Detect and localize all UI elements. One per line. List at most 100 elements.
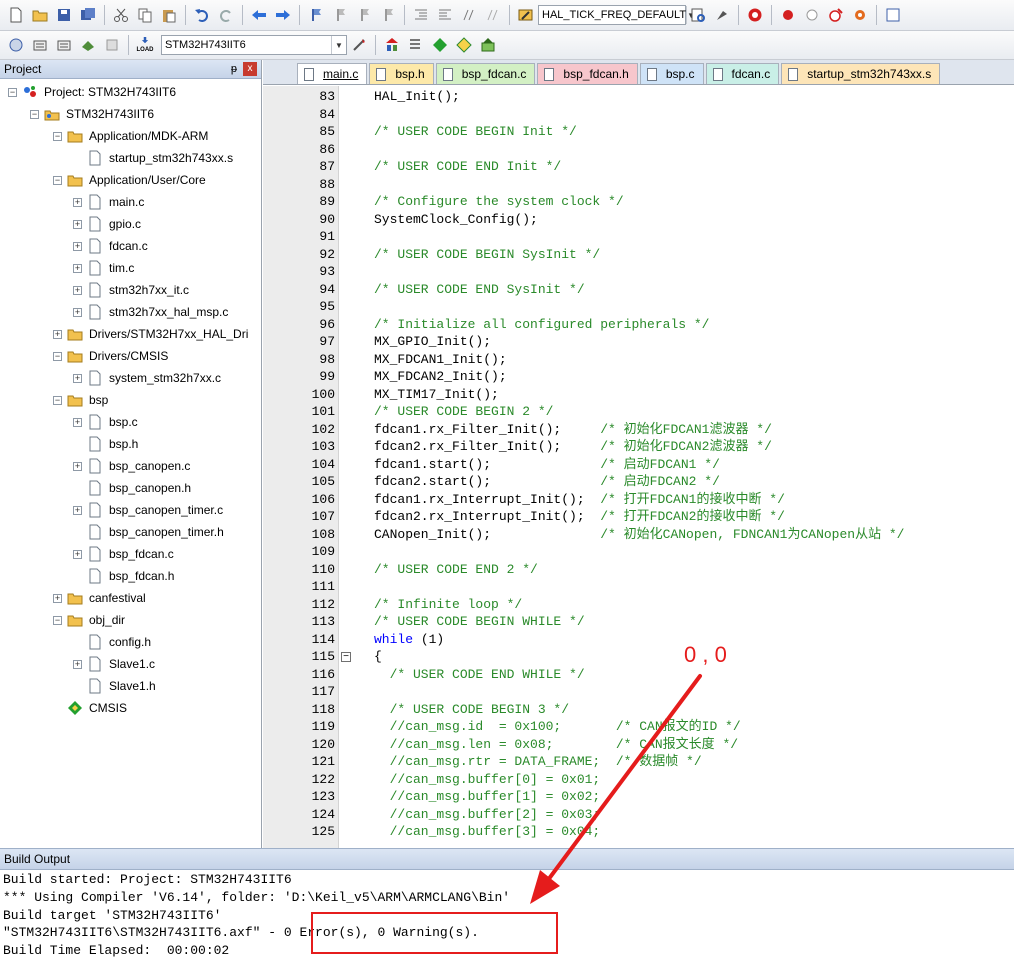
expand-icon[interactable]: + [73, 307, 82, 317]
expand-icon[interactable]: + [73, 659, 82, 669]
breakpoint-icon[interactable] [777, 4, 799, 26]
clear-bookmarks-icon[interactable] [377, 4, 399, 26]
kill-breakpoints-icon[interactable] [825, 4, 847, 26]
nav-forward-icon[interactable] [272, 4, 294, 26]
incremental-find-icon[interactable] [687, 4, 709, 26]
tree-item[interactable]: startup_stm32h743xx.s [73, 147, 233, 169]
uncomment-icon[interactable] [482, 4, 504, 26]
indent-icon[interactable] [410, 4, 432, 26]
prev-bookmark-icon[interactable] [329, 4, 351, 26]
software-packs-icon[interactable] [477, 34, 499, 56]
tree-item[interactable]: − obj_dir [53, 609, 125, 631]
manage-components-icon[interactable] [381, 34, 403, 56]
pin-icon[interactable]: ᵽ [231, 63, 237, 75]
rebuild-icon[interactable] [53, 34, 75, 56]
expand-icon[interactable]: + [53, 593, 62, 603]
chevron-down-icon[interactable]: ▼ [331, 36, 346, 54]
undo-icon[interactable] [191, 4, 213, 26]
tree-item[interactable]: + bsp_canopen_timer.c [73, 499, 223, 521]
tree-item[interactable]: + Slave1.c [73, 653, 155, 675]
collapse-icon[interactable]: − [53, 395, 62, 405]
copy-icon[interactable] [134, 4, 156, 26]
save-icon[interactable] [53, 4, 75, 26]
tree-item[interactable]: − Drivers/CMSIS [53, 345, 168, 367]
tree-item[interactable]: + gpio.c [73, 213, 141, 235]
tree-item[interactable]: + Drivers/STM32H7xx_HAL_Dri [53, 323, 248, 345]
redo-icon[interactable] [215, 4, 237, 26]
cut-icon[interactable] [110, 4, 132, 26]
tree-item[interactable]: + bsp_canopen.c [73, 455, 190, 477]
tree-item[interactable]: − Project: STM32H743IIT6 [8, 81, 176, 103]
expand-icon[interactable]: + [73, 219, 82, 229]
tree-item[interactable]: + main.c [73, 191, 144, 213]
editor-tab[interactable]: bsp.c [639, 63, 704, 84]
tree-item[interactable]: − Application/MDK-ARM [53, 125, 208, 147]
expand-icon[interactable]: + [73, 285, 82, 295]
collapse-icon[interactable]: − [53, 351, 62, 361]
tree-item[interactable]: + tim.c [73, 257, 134, 279]
expand-icon[interactable]: + [73, 241, 82, 251]
tree-item[interactable]: bsp_fdcan.h [73, 565, 174, 587]
tree-item[interactable]: bsp_canopen.h [73, 477, 191, 499]
tree-item[interactable]: + stm32h7xx_it.c [73, 279, 189, 301]
tree-item[interactable]: bsp_canopen_timer.h [73, 521, 224, 543]
find-combo[interactable]: HAL_TICK_FREQ_DEFAULT ▼ [538, 5, 695, 25]
new-file-icon[interactable] [5, 4, 27, 26]
tree-item[interactable]: config.h [73, 631, 151, 653]
tree-item[interactable]: bsp.h [73, 433, 138, 455]
editor-tab[interactable]: bsp.h [369, 63, 434, 84]
expand-icon[interactable]: + [73, 549, 82, 559]
bookmark-icon[interactable] [305, 4, 327, 26]
batch-build-icon[interactable] [77, 34, 99, 56]
comment-icon[interactable] [458, 4, 480, 26]
paste-icon[interactable] [158, 4, 180, 26]
tree-item[interactable]: CMSIS [53, 697, 127, 719]
collapse-icon[interactable]: − [53, 175, 62, 185]
expand-icon[interactable]: + [53, 329, 62, 339]
editor-tab[interactable]: startup_stm32h743xx.s [781, 63, 941, 84]
tree-item[interactable]: + fdcan.c [73, 235, 148, 257]
build-icon[interactable] [29, 34, 51, 56]
editor-tab[interactable]: bsp_fdcan.c [435, 63, 536, 84]
expand-icon[interactable]: + [73, 197, 82, 207]
disable-breakpoint-icon[interactable] [801, 4, 823, 26]
target-select[interactable]: STM32H743IIT6 ▼ [161, 35, 347, 55]
tree-item[interactable]: − Application/User/Core [53, 169, 206, 191]
tree-item[interactable]: + stm32h7xx_hal_msp.c [73, 301, 228, 323]
expand-icon[interactable]: + [73, 417, 82, 427]
download-load-icon[interactable]: LOAD [134, 34, 156, 56]
translate-icon[interactable] [5, 34, 27, 56]
target-options-icon[interactable] [348, 34, 370, 56]
tree-item[interactable]: + bsp_fdcan.c [73, 543, 174, 565]
editor-tab[interactable]: fdcan.c [705, 63, 780, 84]
expand-icon[interactable]: + [73, 461, 82, 471]
window-icon[interactable] [882, 4, 904, 26]
tree-item[interactable]: + canfestival [53, 587, 146, 609]
expand-icon[interactable]: + [73, 373, 82, 383]
expand-icon[interactable]: + [73, 505, 82, 515]
stop-build-icon[interactable] [101, 34, 123, 56]
find-in-files-icon[interactable] [515, 4, 537, 26]
tree-item[interactable]: Slave1.h [73, 675, 156, 697]
editor-tab[interactable]: bsp_fdcan.h [537, 63, 638, 84]
tree-item[interactable]: − STM32H743IIT6 [30, 103, 154, 125]
settings-icon[interactable] [849, 4, 871, 26]
editor-tab[interactable]: main.c [297, 63, 368, 84]
open-folder-icon[interactable] [29, 4, 51, 26]
code-editor[interactable]: 83 84 85 86 87 88 89 90 91 92 93 94 95 96 97 98 99 100 101… [263, 86, 1014, 848]
save-all-icon[interactable] [77, 4, 99, 26]
project-items-icon[interactable] [405, 34, 427, 56]
rte-icon[interactable] [453, 34, 475, 56]
pack-installer-icon[interactable] [429, 34, 451, 56]
find-symbol-icon[interactable] [711, 4, 733, 26]
debug-session-icon[interactable] [744, 4, 766, 26]
unindent-icon[interactable] [434, 4, 456, 26]
collapse-icon[interactable]: − [53, 131, 62, 141]
fold-toggle-icon[interactable]: − [341, 652, 351, 662]
collapse-icon[interactable]: − [8, 87, 17, 97]
expand-icon[interactable]: + [73, 263, 82, 273]
nav-back-icon[interactable] [248, 4, 270, 26]
collapse-icon[interactable]: − [30, 109, 39, 119]
tree-item[interactable]: + system_stm32h7xx.c [73, 367, 221, 389]
tree-item[interactable]: + bsp.c [73, 411, 138, 433]
